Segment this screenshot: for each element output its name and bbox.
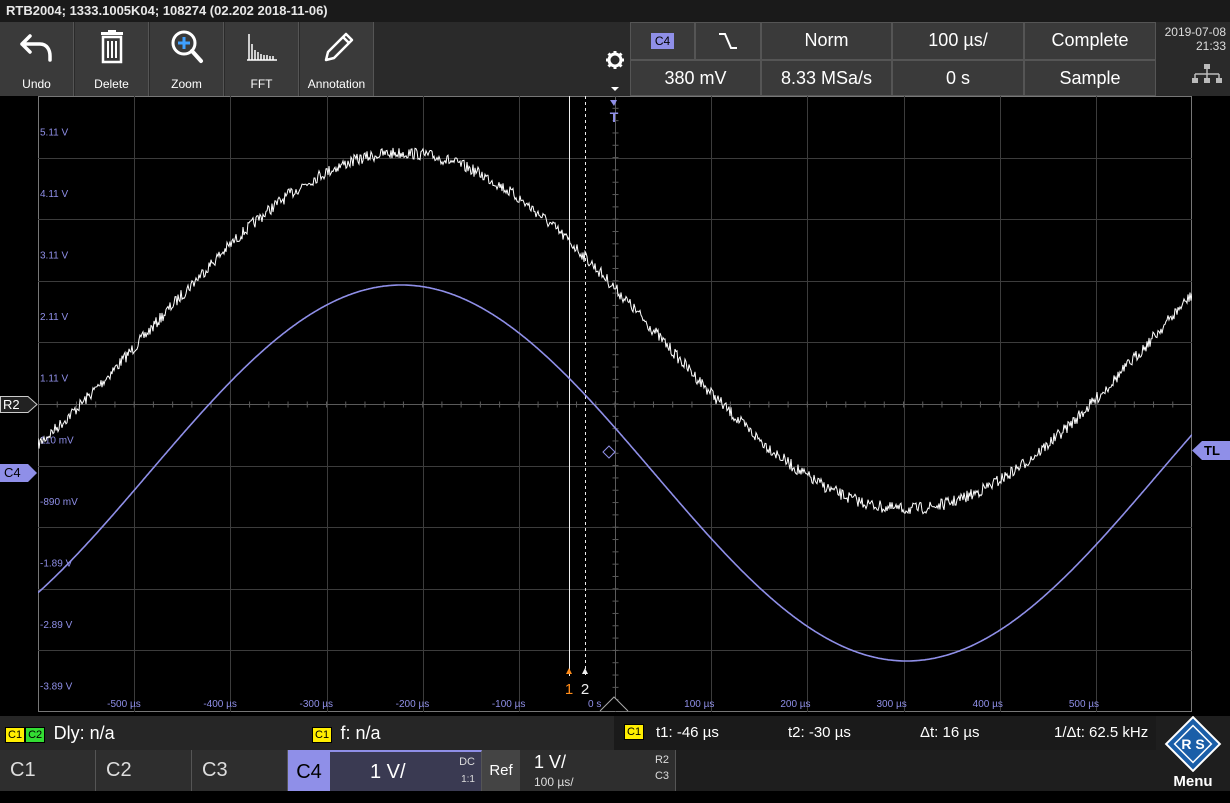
datetime-panel: 2019-07-08 21:33 — [1156, 22, 1230, 96]
timebase[interactable]: 100 µs/ — [892, 22, 1024, 60]
voltage-axis-labels: 5.11 V4.11 V3.11 V2.11 V1.11 V110 mV-890… — [40, 127, 78, 692]
time-label: 500 µs — [1069, 699, 1099, 710]
delete-button[interactable]: Delete — [75, 22, 149, 96]
reference-button[interactable]: Ref 1 V/ 100 µs/ R2 C3 — [482, 750, 676, 791]
cursor-t1: t1: -46 µs — [656, 724, 719, 741]
trigger-source-cell[interactable]: C4 — [630, 22, 695, 60]
channel-c1-label: C1 — [10, 759, 36, 781]
reference-label: Ref — [482, 750, 520, 791]
trigger-position-label: T — [610, 109, 619, 125]
falling-edge-icon — [719, 33, 737, 50]
voltage-label: -3.89 V — [40, 682, 73, 693]
cursor-measurement-panel[interactable]: C1 t1: -46 µs t2: -30 µs Δt: 16 µs 1/Δt:… — [614, 716, 1156, 750]
channel-c2-button[interactable]: C2 — [96, 750, 192, 791]
reference-timebase: 100 µs/ — [534, 775, 574, 789]
time-label: 400 µs — [973, 699, 1003, 710]
channel-c4-button[interactable]: C4 1 V/ DC 1:1 — [288, 750, 482, 791]
acquisition-status[interactable]: Complete — [1024, 22, 1156, 60]
cursor-2-arrow — [582, 668, 588, 674]
acquisition-mode[interactable]: Sample — [1024, 60, 1156, 96]
settings-button[interactable] — [600, 22, 630, 96]
cursor-t2: t2: -30 µs — [788, 724, 851, 741]
time-label: -100 µs — [492, 699, 526, 710]
channel-c3-label: C3 — [202, 759, 228, 781]
zoom-icon — [171, 30, 203, 63]
undo-icon — [20, 34, 52, 62]
cursor-2-label: 2 — [581, 681, 589, 698]
menu-label: Menu — [1173, 773, 1213, 790]
voltage-label: 1.11 V — [40, 374, 68, 385]
horizontal-position-marker — [599, 696, 629, 712]
gear-icon — [606, 51, 624, 91]
annotation-button[interactable]: Annotation — [300, 22, 374, 96]
channel-c4-scale: 1 V/ — [370, 761, 406, 783]
frequency-value: f: n/a — [340, 723, 381, 743]
tl-marker-label: TL — [1204, 443, 1220, 458]
time-label: 300 µs — [877, 699, 907, 710]
grid — [38, 96, 1192, 712]
channel-c4-probe: 1:1 — [461, 774, 475, 785]
trigger-slope-cell[interactable] — [695, 22, 761, 60]
delay-measurement[interactable]: C1 C2 Dly: n/a — [5, 723, 115, 744]
channel-c4-coupling: DC — [459, 756, 475, 768]
cursor-source-tag: C1 — [624, 724, 645, 740]
trigger-level[interactable]: 380 mV — [630, 60, 761, 96]
measurement-bar: C1 C2 Dly: n/a C1 f: n/a C1 t1: -46 µs t2… — [0, 716, 1230, 750]
time-label: -400 µs — [203, 699, 237, 710]
time-label: 200 µs — [780, 699, 810, 710]
cursor-inverse-delta-t: 1/Δt: 62.5 kHz — [1054, 724, 1149, 741]
time-label: 100 µs — [684, 699, 714, 710]
rs-logo-icon: R S — [1164, 715, 1222, 773]
waveform-display[interactable]: 5.11 V4.11 V3.11 V2.11 V1.11 V110 mV-890… — [38, 96, 1192, 712]
undo-button[interactable]: Undo — [0, 22, 74, 96]
channel-c1-button[interactable]: C1 — [0, 750, 96, 791]
time-label: -200 µs — [396, 699, 430, 710]
voltage-label: -890 mV — [40, 497, 78, 508]
c4-offset-marker[interactable]: C4 — [0, 464, 38, 482]
voltage-label: -2.89 V — [40, 620, 73, 631]
voltage-label: 3.11 V — [40, 250, 68, 261]
zoom-button[interactable]: Zoom — [150, 22, 224, 96]
horizontal-position[interactable]: 0 s — [892, 60, 1024, 96]
svg-text:R S: R S — [1181, 736, 1204, 752]
c4-marker-label: C4 — [4, 465, 21, 480]
fft-button[interactable]: FFT — [225, 22, 299, 96]
pencil-icon — [324, 32, 354, 62]
cursor-1-label: 1 — [565, 681, 573, 698]
trigger-mode[interactable]: Norm — [761, 22, 892, 60]
voltage-label: 5.11 V — [40, 127, 68, 138]
ref-r2-marker[interactable]: R2 — [0, 396, 38, 413]
channel-c2-label: C2 — [106, 759, 132, 781]
trigger-source-badge: C4 — [650, 33, 675, 50]
time-label: -500 µs — [107, 699, 141, 710]
ref-marker-label: R2 — [3, 397, 20, 412]
reference-source-b: C3 — [654, 770, 669, 782]
frequency-measurement[interactable]: C1 f: n/a — [312, 723, 381, 744]
voltage-label: 4.11 V — [40, 189, 68, 200]
trash-icon — [101, 30, 123, 64]
frequency-tag: C1 — [312, 726, 333, 743]
reference-source-a: R2 — [654, 754, 669, 766]
voltage-label: 2.11 V — [40, 312, 68, 323]
time: 21:33 — [1195, 39, 1226, 53]
channel-c3-button[interactable]: C3 — [192, 750, 288, 791]
window-title: RTB2004; 1333.1005K04; 108274 (02.202 20… — [0, 0, 1230, 22]
menu-button[interactable]: R S Menu — [1156, 715, 1230, 791]
sample-rate[interactable]: 8.33 MSa/s — [761, 60, 892, 96]
date: 2019-07-08 — [1164, 25, 1226, 39]
cursor-delta-t: Δt: 16 µs — [920, 724, 980, 741]
fft-icon — [247, 34, 277, 61]
delay-value: Dly: n/a — [53, 723, 115, 743]
channel-c4-label: C4 — [288, 752, 330, 791]
trigger-point-marker — [602, 445, 616, 459]
cursor-1-arrow — [566, 668, 572, 674]
trigger-level-marker[interactable]: TL — [1192, 441, 1230, 460]
network-icon — [1192, 64, 1222, 83]
delay-tag-a: C1 — [5, 726, 26, 743]
time-label: -300 µs — [300, 699, 334, 710]
time-label: 0 s — [588, 699, 601, 710]
delay-tag-b: C2 — [25, 726, 46, 743]
